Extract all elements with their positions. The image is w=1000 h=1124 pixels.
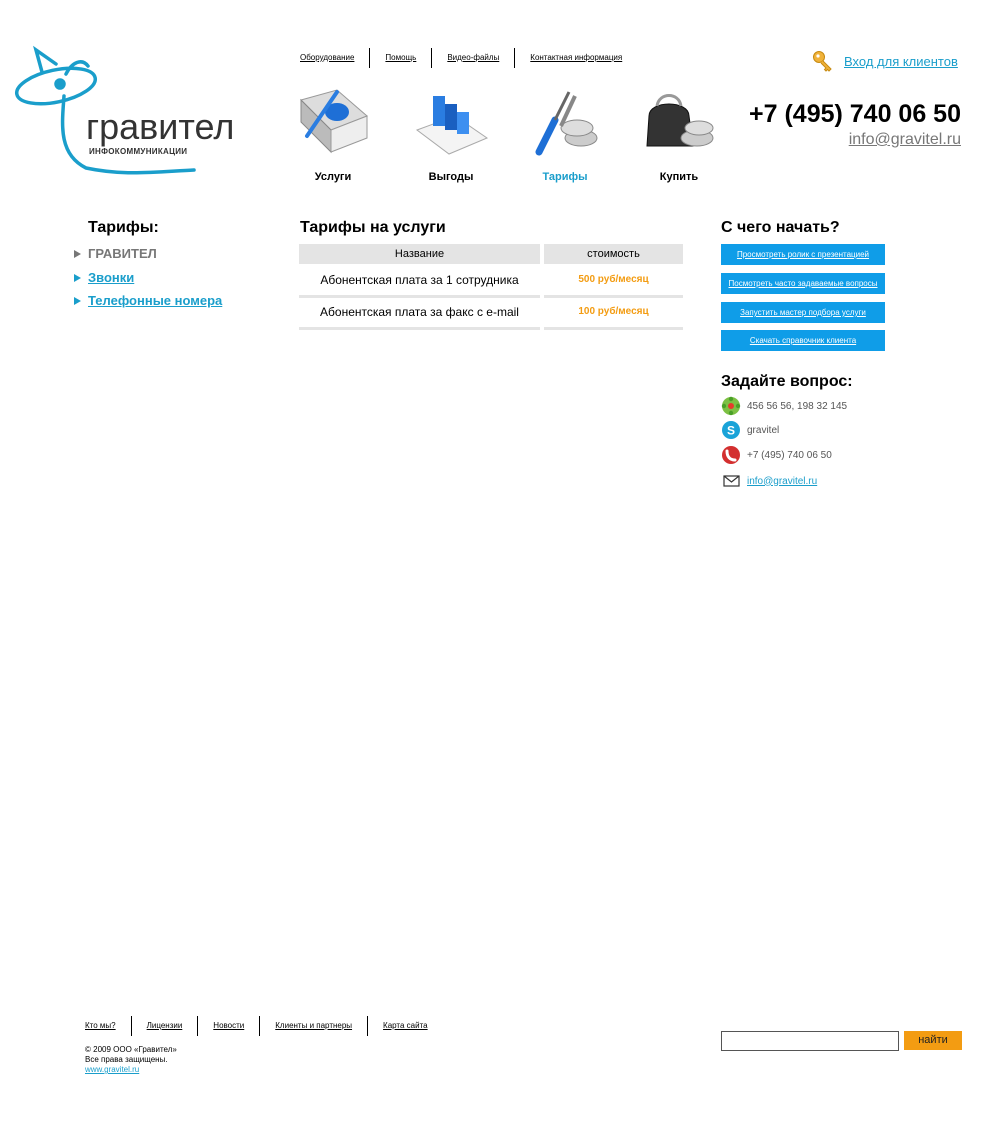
bignav-benefits-label: Выгоды	[428, 171, 474, 183]
skype-icon: S	[722, 421, 740, 439]
bignav-buy-label: Купить	[659, 171, 699, 183]
icq-icon	[721, 396, 741, 416]
sidebar-item-gravitel: ГРАВИТЕЛ	[74, 246, 157, 261]
sidebar-item-label: Звонки	[88, 270, 135, 285]
rights-text: Все права защищены.	[85, 1055, 168, 1064]
client-login-label: Вход для клиентов	[844, 53, 958, 69]
contact-skype: S gravitel	[721, 420, 779, 440]
contact-mail[interactable]: info@gravitel.ru	[721, 471, 817, 491]
footer-link-news[interactable]: Новости	[198, 1016, 261, 1036]
key-icon	[813, 51, 832, 72]
copyright-text: © 2009 ООО «Гравител»	[85, 1045, 177, 1054]
footer-link-sitemap[interactable]: Карта сайта	[368, 1016, 443, 1036]
column-header-name: Название	[299, 244, 540, 264]
watch-presentation-button[interactable]: Просмотреть ролик с презентацией	[721, 244, 885, 265]
ask-question-title: Задайте вопрос:	[721, 373, 853, 390]
sidebar-item-label: Телефонные номера	[88, 293, 223, 308]
bignav-tariffs-label: Тарифы	[542, 171, 588, 183]
faq-button[interactable]: Посмотреть часто задаваемые вопросы	[721, 273, 885, 294]
footer-link-clients[interactable]: Клиенты и партнеры	[260, 1016, 369, 1036]
triangle-bullet-icon	[74, 273, 81, 282]
logo-wordmark: гравител	[86, 106, 235, 147]
contact-phone: +7 (495) 740 06 50	[721, 445, 832, 465]
footer-link-about[interactable]: Кто мы?	[85, 1016, 132, 1036]
contact-icq: 456 56 56, 198 32 145	[721, 396, 847, 416]
purse-icon	[646, 94, 714, 147]
bignav-tariffs[interactable]: Тарифы	[520, 86, 610, 183]
topnav-contacts[interactable]: Контактная информация	[515, 48, 637, 68]
triangle-bullet-icon	[74, 296, 81, 305]
book-icon	[300, 89, 368, 154]
footer-navigation: Кто мы? Лицензии Новости Клиенты и партн…	[85, 1016, 443, 1036]
logo-subtitle: ИНФОКОММУНИКАЦИИ	[89, 147, 188, 156]
table-cell-price: 100 руб/месяц	[544, 297, 683, 330]
search-button[interactable]: найти	[904, 1031, 962, 1050]
page-title: Тарифы на услуги	[300, 219, 446, 236]
search-input[interactable]	[721, 1031, 899, 1051]
service-wizard-button[interactable]: Запустить мастер подбора услуги	[721, 302, 885, 323]
sidebar-item-phone-numbers[interactable]: Телефонные номера	[74, 293, 222, 308]
skype-name: gravitel	[747, 424, 780, 436]
contact-mail-link[interactable]: info@gravitel.ru	[747, 476, 817, 487]
bignav-services-label: Услуги	[314, 171, 352, 183]
sidebar-item-calls[interactable]: Звонки	[74, 270, 134, 285]
icq-numbers: 456 56 56, 198 32 145	[747, 400, 848, 412]
top-navigation: Оборудование Помощь Видео-файлы Контактн…	[300, 48, 637, 68]
svg-text:S: S	[727, 424, 735, 438]
footer-link-licenses[interactable]: Лицензии	[132, 1016, 199, 1036]
tools-coins-icon	[535, 91, 598, 156]
mail-icon	[723, 475, 740, 487]
phone-icon	[722, 446, 740, 464]
start-section-title: С чего начать?	[721, 219, 840, 236]
client-login-link[interactable]: Вход для клиентов	[812, 50, 958, 72]
table-cell-name: Абонентская плата за факс с e-mail	[299, 297, 540, 330]
sidebar-title: Тарифы:	[88, 219, 159, 236]
header-email-link[interactable]: info@gravitel.ru	[849, 131, 961, 149]
bignav-services[interactable]: Услуги	[288, 86, 378, 183]
bar-chart-icon	[415, 96, 489, 155]
triangle-bullet-icon	[74, 249, 81, 258]
footer-site-link[interactable]: www.gravitel.ru	[85, 1065, 177, 1075]
footer-copyright: © 2009 ООО «Гравител» Все права защищены…	[85, 1045, 177, 1075]
download-guide-button[interactable]: Скачать справочник клиента	[721, 330, 885, 351]
sidebar-item-label: ГРАВИТЕЛ	[88, 246, 157, 261]
column-header-price: стоимость	[544, 244, 683, 264]
table-cell-name: Абонентская плата за 1 сотрудника	[299, 265, 540, 298]
topnav-help[interactable]: Помощь	[370, 48, 433, 68]
topnav-equipment[interactable]: Оборудование	[300, 48, 371, 68]
topnav-video[interactable]: Видео-файлы	[432, 48, 516, 68]
bignav-benefits[interactable]: Выгоды	[406, 86, 496, 183]
table-cell-price: 500 руб/месяц	[544, 265, 683, 298]
contact-phone-number: +7 (495) 740 06 50	[747, 449, 832, 461]
bignav-buy[interactable]: Купить	[634, 86, 724, 183]
header-phone: +7 (495) 740 06 50	[749, 100, 961, 128]
